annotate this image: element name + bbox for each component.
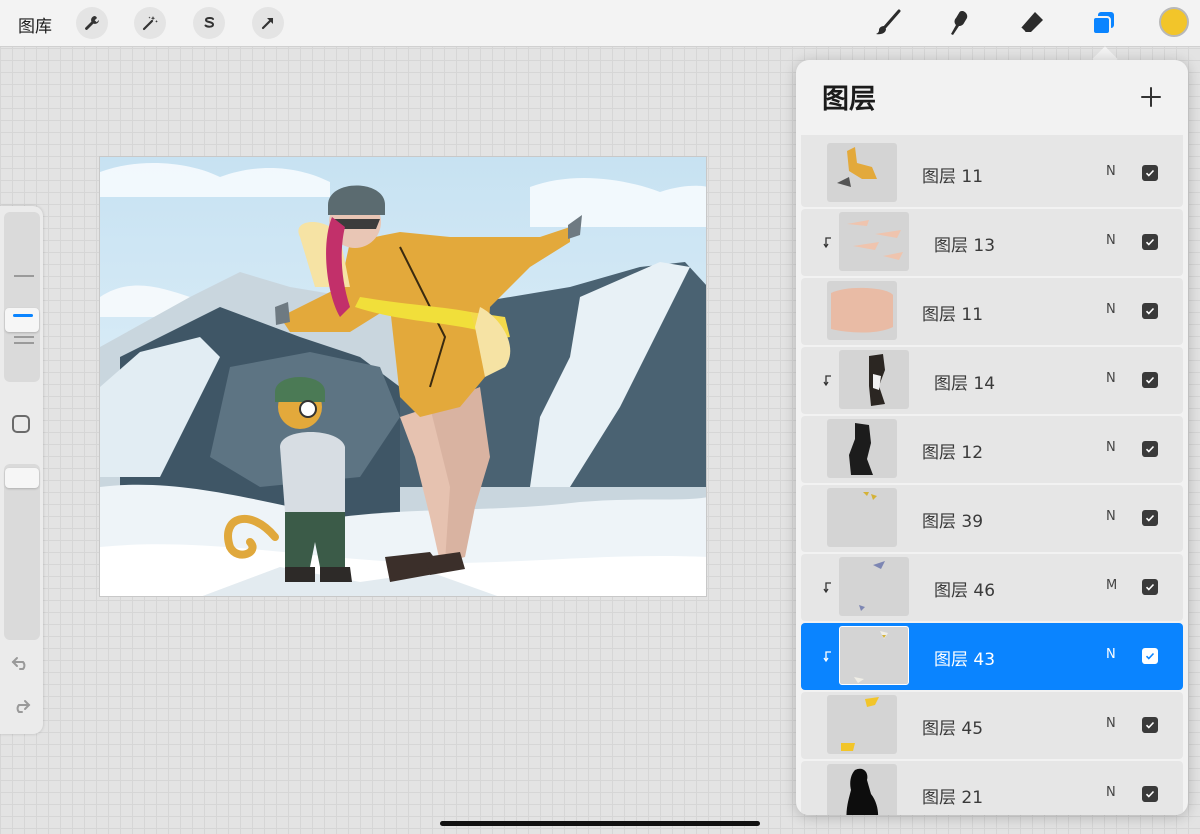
gallery-button[interactable]: 图库 — [18, 12, 52, 37]
clipping-mask-icon — [822, 372, 836, 387]
visibility-checkbox[interactable] — [1142, 510, 1158, 526]
opacity-knob[interactable] — [5, 468, 39, 488]
layer-thumbnail — [839, 557, 909, 616]
blend-mode-button[interactable]: N — [1106, 233, 1116, 248]
layer-row[interactable]: 图层 45 N — [801, 692, 1183, 759]
clipping-mask-icon — [822, 579, 836, 594]
layer-name: 图层 43 — [934, 650, 996, 670]
blend-mode-button[interactable]: N — [1106, 647, 1116, 662]
drawing-canvas[interactable] — [99, 156, 707, 597]
layers-list[interactable]: 图层 11 N 图层 13 N 图层 11 N 图层 14 N 图层 12 N … — [801, 135, 1183, 815]
blend-mode-button[interactable]: N — [1106, 164, 1116, 179]
layer-row-selected[interactable]: 图层 43 N — [801, 623, 1183, 690]
eraser-icon[interactable] — [1014, 5, 1050, 41]
layer-row[interactable]: 图层 21 N — [801, 761, 1183, 815]
layer-row[interactable]: 图层 14 N — [801, 347, 1183, 414]
modify-square-button[interactable] — [12, 415, 30, 433]
visibility-checkbox[interactable] — [1142, 786, 1158, 802]
layers-panel: 图层 图层 11 N 图层 13 N 图层 11 N 图层 14 N 图层 12… — [796, 60, 1188, 815]
visibility-checkbox[interactable] — [1142, 441, 1158, 457]
visibility-checkbox[interactable] — [1142, 303, 1158, 319]
plus-icon[interactable] — [1136, 82, 1166, 112]
layer-row[interactable]: 图层 46 M — [801, 554, 1183, 621]
smudge-icon[interactable] — [942, 5, 978, 41]
blend-mode-button[interactable]: N — [1106, 509, 1116, 524]
left-sidebar — [0, 206, 43, 734]
layer-thumbnail — [839, 626, 909, 685]
visibility-checkbox[interactable] — [1142, 717, 1158, 733]
arrow-transform-icon[interactable] — [252, 7, 284, 39]
visibility-checkbox[interactable] — [1142, 234, 1158, 250]
layer-row[interactable]: 图层 11 N — [801, 140, 1183, 207]
layer-name: 图层 45 — [922, 719, 984, 739]
clipping-mask-icon — [822, 648, 836, 663]
layer-thumbnail — [827, 488, 897, 547]
blend-mode-button[interactable]: N — [1106, 716, 1116, 731]
layer-name: 图层 39 — [922, 512, 984, 532]
blend-mode-button[interactable]: N — [1106, 302, 1116, 317]
clipping-mask-icon — [822, 234, 836, 249]
layer-row[interactable]: 图层 39 N — [801, 485, 1183, 552]
slider-tick — [14, 342, 34, 344]
undo-arrow-icon[interactable] — [10, 652, 32, 674]
layer-name: 图层 21 — [922, 788, 984, 808]
layer-name: 图层 13 — [934, 236, 996, 256]
layer-thumbnail — [827, 281, 897, 340]
layer-thumbnail — [827, 419, 897, 478]
layer-thumbnail — [827, 764, 897, 815]
home-indicator[interactable] — [440, 821, 760, 826]
wrench-icon[interactable] — [76, 7, 108, 39]
layer-row[interactable]: 图层 13 N — [801, 209, 1183, 276]
magic-wand-icon[interactable] — [134, 7, 166, 39]
slider-tick — [14, 336, 34, 338]
top-toolbar: 图库 — [0, 0, 1200, 47]
slider-tick — [14, 275, 34, 277]
opacity-slider[interactable] — [4, 464, 40, 640]
layer-thumbnail — [839, 212, 909, 271]
visibility-checkbox[interactable] — [1142, 165, 1158, 181]
layer-name: 图层 11 — [922, 167, 984, 187]
blend-mode-button[interactable]: N — [1106, 785, 1116, 800]
brush-size-slider[interactable] — [4, 212, 40, 382]
blend-mode-button[interactable]: M — [1106, 578, 1117, 593]
visibility-checkbox[interactable] — [1142, 648, 1158, 664]
layers-icon[interactable] — [1086, 5, 1122, 41]
layer-row[interactable]: 图层 11 N — [801, 278, 1183, 345]
brush-size-knob[interactable] — [5, 308, 39, 332]
visibility-checkbox[interactable] — [1142, 372, 1158, 388]
blend-mode-button[interactable]: N — [1106, 371, 1116, 386]
selection-s-icon[interactable] — [193, 7, 225, 39]
color-picker-swatch[interactable] — [1159, 7, 1189, 37]
redo-arrow-icon[interactable] — [10, 695, 32, 717]
brush-icon[interactable] — [870, 5, 906, 41]
layers-panel-title: 图层 — [822, 84, 876, 115]
layer-thumbnail — [839, 350, 909, 409]
layer-name: 图层 12 — [922, 443, 984, 463]
layer-row[interactable]: 图层 12 N — [801, 416, 1183, 483]
blend-mode-button[interactable]: N — [1106, 440, 1116, 455]
visibility-checkbox[interactable] — [1142, 579, 1158, 595]
artwork-illustration — [100, 157, 706, 596]
layer-thumbnail — [827, 695, 897, 754]
layer-name: 图层 46 — [934, 581, 996, 601]
layer-name: 图层 14 — [934, 374, 996, 394]
layer-name: 图层 11 — [922, 305, 984, 325]
layer-thumbnail — [827, 143, 897, 202]
